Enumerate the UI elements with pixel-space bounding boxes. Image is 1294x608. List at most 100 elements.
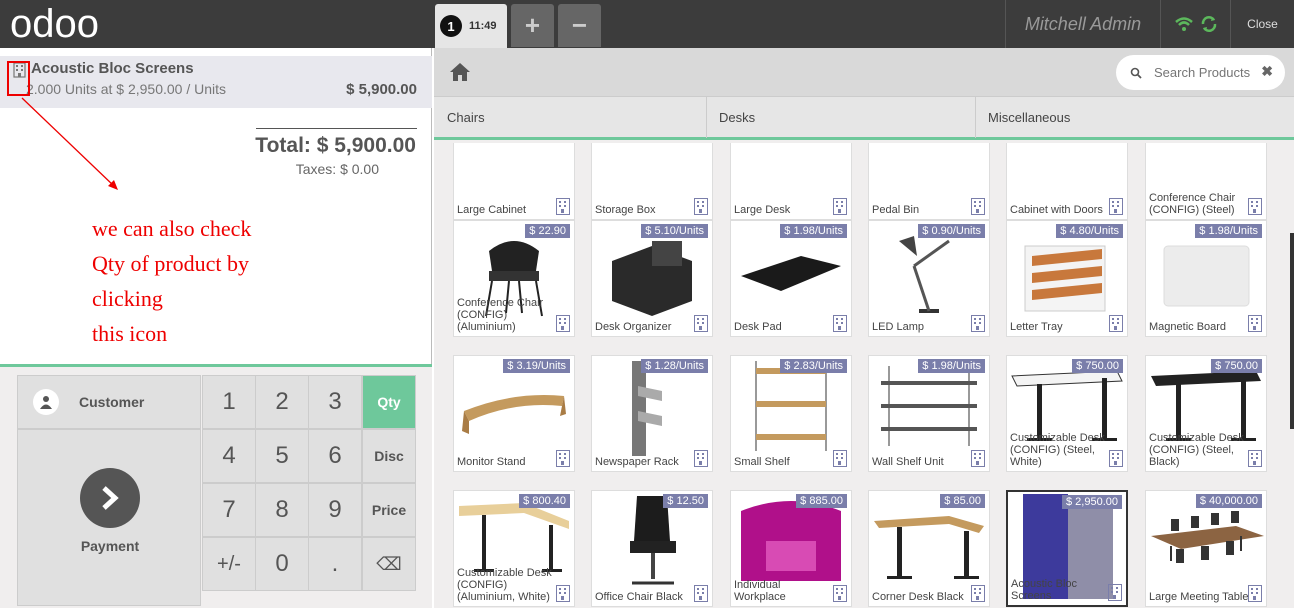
building-icon[interactable] (833, 450, 847, 467)
product-screen: ✖ Chairs Desks Miscellaneous Large Cabin… (434, 48, 1294, 608)
user-name[interactable]: Mitchell Admin (1005, 0, 1160, 48)
building-icon[interactable] (1248, 450, 1262, 467)
numpad-key-plus-minus[interactable]: +/- (202, 537, 256, 591)
building-icon[interactable] (971, 585, 985, 602)
backspace-key[interactable]: ⌫ (362, 537, 416, 591)
qty-mode-button[interactable]: Qty (362, 375, 416, 429)
product-card[interactable]: $ 5.10/Units Desk Organizer (591, 220, 713, 337)
product-name: Large Cabinet (457, 204, 527, 216)
product-name: Letter Tray (1010, 321, 1063, 333)
numpad-key-0[interactable]: 0 (255, 537, 309, 591)
product-price-badge: $ 5.10/Units (641, 224, 708, 238)
building-icon[interactable] (1248, 585, 1262, 602)
building-icon[interactable] (833, 198, 847, 215)
customer-button[interactable]: Customer (17, 375, 201, 429)
product-card[interactable]: $ 40,000.00 Large Meeting Table (1145, 490, 1267, 607)
product-price-badge: $ 0.90/Units (918, 224, 985, 238)
numpad-key-4[interactable]: 4 (202, 429, 256, 483)
order-time: 11:49 (469, 20, 497, 32)
building-icon[interactable] (556, 450, 570, 467)
search-input[interactable] (1154, 65, 1264, 80)
product-card[interactable]: $ 1.28/Units Newspaper Rack (591, 355, 713, 472)
building-icon[interactable] (694, 450, 708, 467)
category-desks[interactable]: Desks (706, 97, 976, 138)
category-chairs[interactable]: Chairs (434, 97, 707, 138)
product-card[interactable]: Cabinet with Doors (1006, 143, 1128, 220)
disc-mode-button[interactable]: Disc (362, 429, 416, 483)
numpad-key-1[interactable]: 1 (202, 375, 256, 429)
building-icon[interactable] (556, 585, 570, 602)
numpad-key-5[interactable]: 5 (255, 429, 309, 483)
numpad-key-6[interactable]: 6 (308, 429, 362, 483)
product-name: Conference Chair (CONFIG) (Steel) (1149, 192, 1236, 216)
numpad-key-8[interactable]: 8 (255, 483, 309, 537)
product-name: Customizable Desk (CONFIG) (Steel, White… (1010, 432, 1105, 468)
category-bar: Chairs Desks Miscellaneous (434, 96, 1294, 140)
building-icon[interactable] (1248, 198, 1262, 215)
product-card[interactable]: $ 1.98/Units Desk Pad (730, 220, 852, 337)
clear-search-icon[interactable]: ✖ (1261, 63, 1273, 80)
building-icon[interactable] (694, 585, 708, 602)
building-icon[interactable] (694, 198, 708, 215)
scrollbar[interactable] (1290, 233, 1294, 429)
product-name: Individual Workplace (734, 579, 786, 603)
product-card[interactable]: $ 750.00 Customizable Desk (CONFIG) (Stee… (1145, 355, 1267, 472)
remove-order-button[interactable]: − (558, 4, 601, 47)
product-card[interactable]: Storage Box (591, 143, 713, 220)
add-order-button[interactable]: + (511, 4, 554, 47)
building-icon[interactable] (556, 198, 570, 215)
product-card[interactable]: $ 12.50 Office Chair Black (591, 490, 713, 607)
building-icon[interactable] (694, 315, 708, 332)
product-grid: Large Cabinet Storage Box Large Desk Pedal … (434, 143, 1294, 608)
category-miscellaneous[interactable]: Miscellaneous (975, 97, 1294, 138)
product-name: Magnetic Board (1149, 321, 1227, 333)
numpad-key-9[interactable]: 9 (308, 483, 362, 537)
building-icon[interactable] (1109, 315, 1123, 332)
product-card[interactable]: $ 2,950.00 Acoustic Bloc Screens (1006, 490, 1128, 607)
product-card[interactable]: Conference Chair (CONFIG) (Steel) (1145, 143, 1267, 220)
building-icon[interactable] (971, 198, 985, 215)
product-card[interactable]: $ 4.80/Units Letter Tray (1006, 220, 1128, 337)
home-button[interactable] (434, 48, 486, 96)
close-button[interactable]: Close (1230, 0, 1294, 48)
building-icon[interactable] (1109, 450, 1123, 467)
product-name: LED Lamp (872, 321, 924, 333)
building-icon[interactable] (1108, 584, 1122, 601)
product-card[interactable]: $ 1.98/Units Wall Shelf Unit (868, 355, 990, 472)
search-box[interactable]: ✖ (1116, 55, 1285, 90)
product-card[interactable]: $ 2.83/Units Small Shelf (730, 355, 852, 472)
numpad-key-7[interactable]: 7 (202, 483, 256, 537)
product-card[interactable]: $ 750.00 Customizable Desk (CONFIG) (Stee… (1006, 355, 1128, 472)
building-icon[interactable] (971, 315, 985, 332)
building-icon[interactable] (833, 315, 847, 332)
product-name: Large Meeting Table (1149, 591, 1249, 603)
product-card[interactable]: Large Desk (730, 143, 852, 220)
numpad-key-2[interactable]: 2 (255, 375, 309, 429)
building-icon[interactable] (833, 585, 847, 602)
payment-button[interactable]: Payment (17, 429, 201, 606)
price-mode-button[interactable]: Price (362, 483, 416, 537)
product-card[interactable]: $ 800.40 Customizable Desk (CONFIG) (Alum… (453, 490, 575, 607)
product-card[interactable]: $ 1.98/Units Magnetic Board (1145, 220, 1267, 337)
building-icon[interactable] (1109, 198, 1123, 215)
product-toolbar: ✖ (434, 48, 1294, 96)
product-card[interactable]: Pedal Bin (868, 143, 990, 220)
annotation-line: clicking (92, 286, 163, 311)
building-icon[interactable] (1248, 315, 1262, 332)
building-icon[interactable] (971, 450, 985, 467)
numpad-key-dot[interactable]: . (308, 537, 362, 591)
numpad-key-3[interactable]: 3 (308, 375, 362, 429)
product-card[interactable]: $ 885.00 Individual Workplace (730, 490, 852, 607)
order-panel: Acoustic Bloc Screens 2.000 Units at $ 2… (0, 48, 432, 608)
product-price-badge: $ 885.00 (796, 494, 847, 508)
product-card[interactable]: $ 3.19/Units Monitor Stand (453, 355, 575, 472)
product-card[interactable]: $ 0.90/Units LED Lamp (868, 220, 990, 337)
product-card[interactable]: Large Cabinet (453, 143, 575, 220)
chevron-right-icon (80, 468, 140, 528)
sync-status[interactable] (1160, 0, 1230, 48)
product-card[interactable]: $ 85.00 Corner Desk Black (868, 490, 990, 607)
product-card[interactable]: $ 22.90 Conference Chair (CONFIG) (Alumin… (453, 220, 575, 337)
order-tab[interactable]: 1 11:49 (435, 4, 507, 48)
building-icon[interactable] (556, 315, 570, 332)
product-name: Desk Organizer (595, 321, 672, 333)
